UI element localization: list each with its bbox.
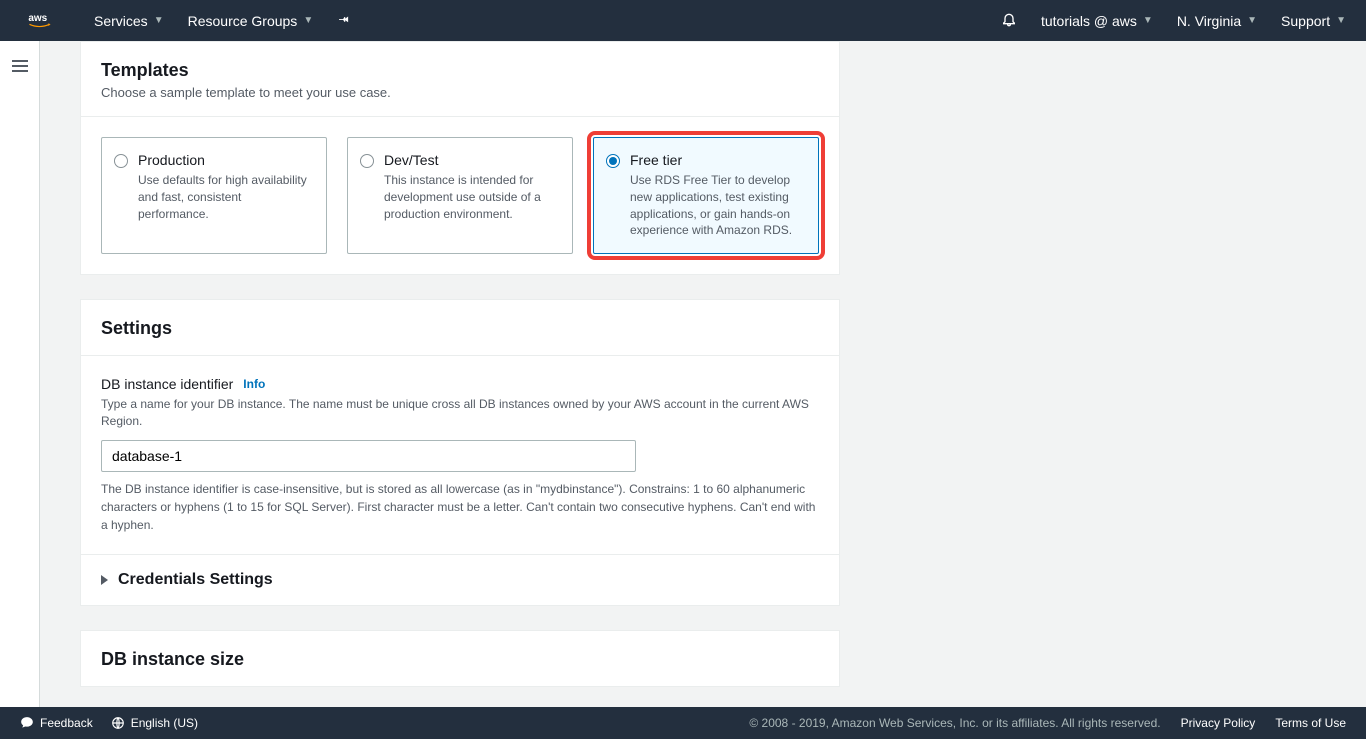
identifier-help: Type a name for your DB instance. The na…	[101, 396, 819, 430]
chevron-down-icon: ▼	[1336, 15, 1346, 26]
footer: Feedback English (US) © 2008 - 2019, Ama…	[0, 707, 1366, 739]
chevron-down-icon: ▼	[1247, 15, 1257, 26]
support-label: Support	[1281, 13, 1330, 29]
sidebar-toggle[interactable]	[0, 41, 40, 707]
db-size-title: DB instance size	[101, 649, 819, 670]
top-navigation: aws Services ▼ Resource Groups ▼ tutoria…	[0, 0, 1366, 41]
info-link[interactable]: Info	[243, 377, 265, 391]
template-card-devtest[interactable]: Dev/Test This instance is intended for d…	[347, 137, 573, 254]
credentials-label: Credentials Settings	[118, 571, 273, 589]
resource-groups-label: Resource Groups	[188, 13, 298, 29]
templates-title: Templates	[101, 60, 819, 81]
account-menu[interactable]: tutorials @ aws ▼	[1041, 13, 1153, 29]
services-menu[interactable]: Services ▼	[94, 13, 164, 29]
pin-icon[interactable]	[337, 12, 351, 29]
region-label: N. Virginia	[1177, 13, 1241, 29]
credentials-expander[interactable]: Credentials Settings	[81, 554, 839, 605]
hamburger-icon	[12, 57, 28, 707]
db-size-panel: DB instance size	[80, 630, 840, 687]
svg-text:aws: aws	[28, 13, 47, 24]
template-card-production[interactable]: Production Use defaults for high availab…	[101, 137, 327, 254]
privacy-link[interactable]: Privacy Policy	[1181, 716, 1256, 730]
services-label: Services	[94, 13, 148, 29]
radio-icon	[114, 154, 128, 168]
terms-link[interactable]: Terms of Use	[1275, 716, 1346, 730]
chat-icon	[20, 716, 34, 730]
card-desc: This instance is intended for developmen…	[384, 172, 558, 222]
main-content: Templates Choose a sample template to me…	[40, 41, 1366, 707]
language-label: English (US)	[131, 716, 198, 730]
card-title: Production	[138, 152, 312, 168]
card-desc: Use defaults for high availability and f…	[138, 172, 312, 222]
card-title: Free tier	[630, 152, 804, 168]
db-identifier-input[interactable]	[101, 440, 636, 472]
language-selector[interactable]: English (US)	[111, 716, 198, 730]
identifier-constraint: The DB instance identifier is case-insen…	[101, 480, 819, 534]
identifier-label: DB instance identifier	[101, 376, 233, 392]
templates-subtitle: Choose a sample template to meet your us…	[101, 85, 819, 100]
feedback-link[interactable]: Feedback	[20, 716, 93, 730]
account-label: tutorials @ aws	[1041, 13, 1137, 29]
radio-icon	[360, 154, 374, 168]
chevron-down-icon: ▼	[154, 15, 164, 26]
region-menu[interactable]: N. Virginia ▼	[1177, 13, 1257, 29]
notifications-icon[interactable]	[1001, 11, 1017, 30]
chevron-down-icon: ▼	[303, 15, 313, 26]
radio-icon	[606, 154, 620, 168]
copyright-text: © 2008 - 2019, Amazon Web Services, Inc.…	[749, 716, 1160, 730]
card-title: Dev/Test	[384, 152, 558, 168]
chevron-down-icon: ▼	[1143, 15, 1153, 26]
support-menu[interactable]: Support ▼	[1281, 13, 1346, 29]
aws-logo[interactable]: aws	[20, 11, 70, 31]
globe-icon	[111, 716, 125, 730]
settings-title: Settings	[101, 318, 819, 339]
resource-groups-menu[interactable]: Resource Groups ▼	[188, 13, 314, 29]
triangle-right-icon	[101, 575, 108, 585]
card-desc: Use RDS Free Tier to develop new applica…	[630, 172, 804, 239]
feedback-label: Feedback	[40, 716, 93, 730]
template-card-freetier[interactable]: Free tier Use RDS Free Tier to develop n…	[593, 137, 819, 254]
settings-panel: Settings DB instance identifier Info Typ…	[80, 299, 840, 606]
templates-panel: Templates Choose a sample template to me…	[80, 41, 840, 275]
